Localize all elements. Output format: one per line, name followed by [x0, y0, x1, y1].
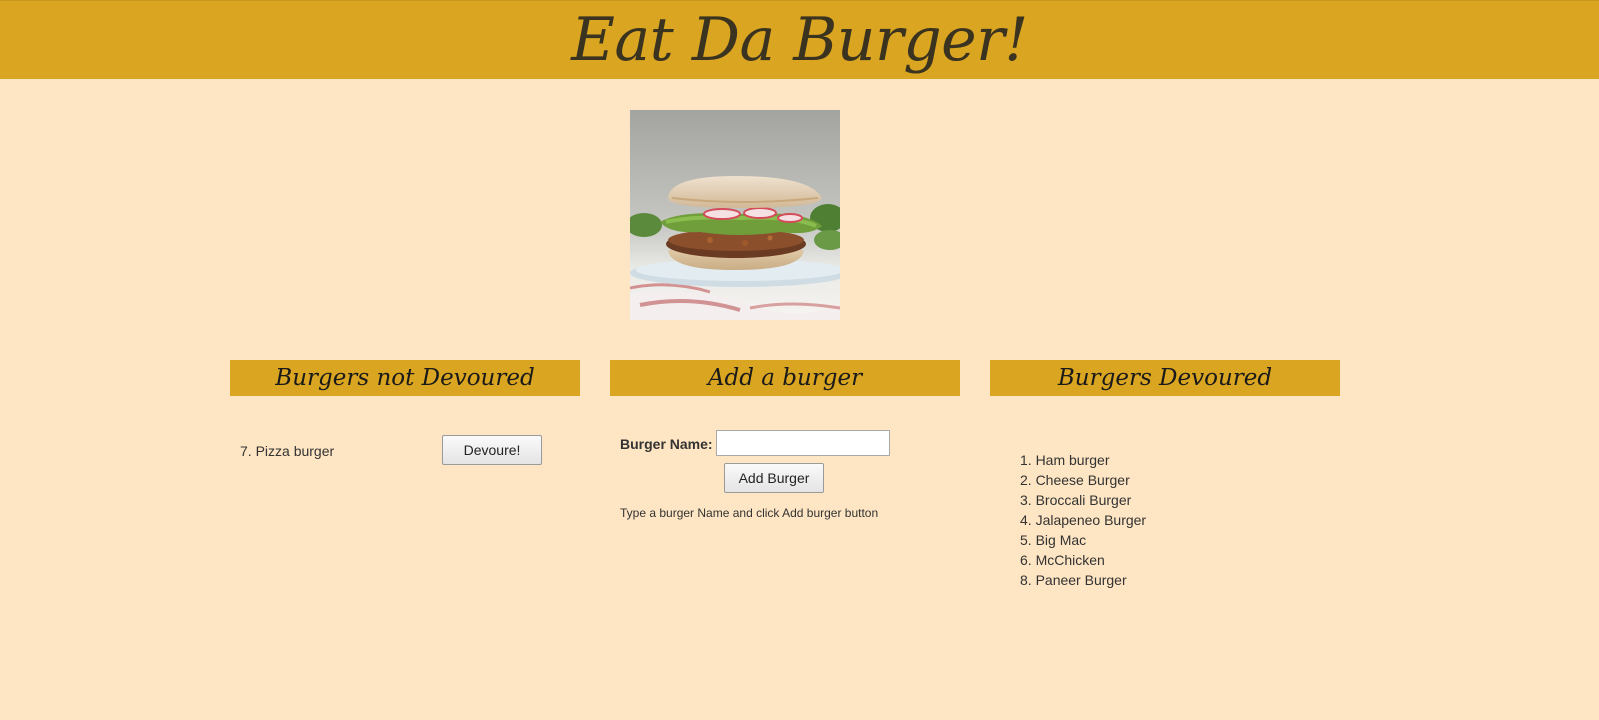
devoured-list: 1. Ham burger 2. Cheese Burger 3. Brocca… — [1020, 450, 1146, 590]
devoured-heading: Burgers Devoured — [990, 360, 1340, 396]
list-item: 8. Paneer Burger — [1020, 572, 1127, 588]
list-item: 4. Jalapeneo Burger — [1020, 512, 1147, 528]
burger-photo-icon — [630, 110, 840, 320]
not-devoured-heading: Burgers not Devoured — [230, 360, 580, 396]
add-burger-heading: Add a burger — [610, 360, 960, 396]
burger-name: 7. Pizza burger — [240, 443, 335, 459]
burger-name-label: Burger Name: — [620, 436, 713, 452]
list-item: 2. Cheese Burger — [1020, 472, 1130, 488]
add-burger-button[interactable]: Add Burger — [724, 463, 824, 493]
burger-name-input[interactable] — [716, 430, 890, 456]
list-item: 7. Pizza burger Devoure! — [240, 435, 545, 465]
devour-button[interactable]: Devoure! — [442, 435, 542, 465]
list-item: 1. Ham burger — [1020, 452, 1110, 468]
add-burger-hint: Type a burger Name and click Add burger … — [620, 506, 879, 520]
page-header: Eat Da Burger! — [0, 0, 1599, 79]
list-item: 6. McChicken — [1020, 552, 1105, 568]
list-item: 3. Broccali Burger — [1020, 492, 1132, 508]
burger-photo — [630, 110, 840, 320]
list-item: 5. Big Mac — [1020, 532, 1087, 548]
page-title: Eat Da Burger! — [571, 5, 1028, 75]
